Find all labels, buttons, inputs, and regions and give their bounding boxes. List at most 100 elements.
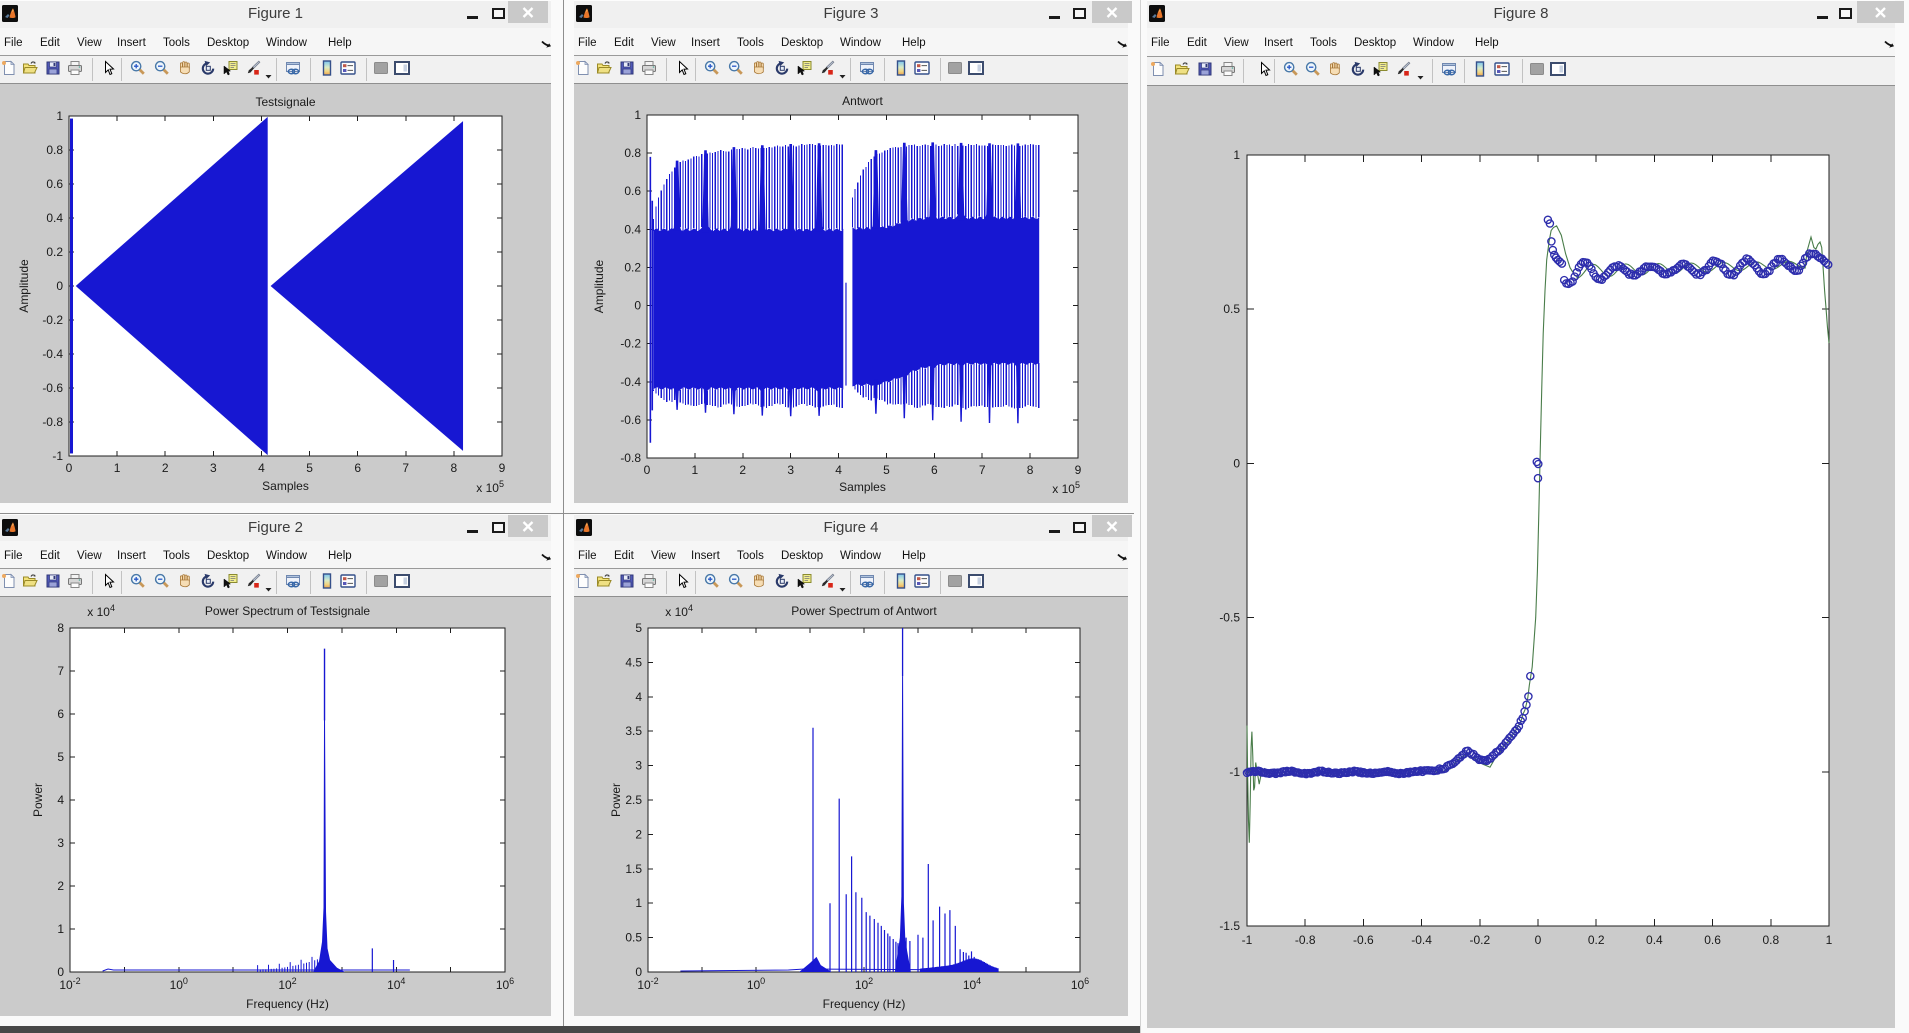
svg-text:2: 2 bbox=[57, 879, 64, 893]
svg-text:-0.8: -0.8 bbox=[42, 415, 63, 429]
svg-text:3: 3 bbox=[210, 461, 217, 475]
svg-text:3: 3 bbox=[57, 836, 64, 850]
svg-text:-1.5: -1.5 bbox=[1219, 919, 1240, 933]
svg-text:7: 7 bbox=[979, 463, 986, 477]
svg-text:1: 1 bbox=[57, 922, 64, 936]
svg-text:6: 6 bbox=[57, 707, 64, 721]
svg-text:104: 104 bbox=[387, 976, 405, 992]
svg-text:-1: -1 bbox=[52, 449, 63, 463]
svg-text:Samples: Samples bbox=[262, 479, 309, 493]
svg-text:8: 8 bbox=[57, 621, 64, 635]
svg-text:5: 5 bbox=[883, 463, 890, 477]
svg-text:0: 0 bbox=[635, 965, 642, 979]
svg-text:0.4: 0.4 bbox=[46, 211, 63, 225]
svg-text:0.5: 0.5 bbox=[625, 931, 642, 945]
svg-text:4: 4 bbox=[835, 463, 842, 477]
svg-text:104: 104 bbox=[963, 976, 981, 992]
svg-text:5: 5 bbox=[306, 461, 313, 475]
svg-text:3.5: 3.5 bbox=[625, 724, 642, 738]
svg-text:0.5: 0.5 bbox=[1223, 302, 1240, 316]
svg-text:Power Spectrum of Antwort: Power Spectrum of Antwort bbox=[791, 604, 937, 618]
svg-text:Power: Power bbox=[609, 783, 623, 817]
svg-text:7: 7 bbox=[402, 461, 409, 475]
svg-text:100: 100 bbox=[747, 976, 765, 992]
svg-text:1.5: 1.5 bbox=[625, 862, 642, 876]
svg-text:0.8: 0.8 bbox=[624, 146, 641, 160]
svg-text:0.6: 0.6 bbox=[46, 177, 63, 191]
svg-text:5: 5 bbox=[635, 621, 642, 635]
svg-text:106: 106 bbox=[496, 976, 514, 992]
svg-text:x 104: x 104 bbox=[665, 603, 693, 619]
svg-text:Power: Power bbox=[31, 783, 45, 817]
svg-text:1: 1 bbox=[1826, 933, 1833, 947]
svg-text:Frequency (Hz): Frequency (Hz) bbox=[246, 997, 329, 1011]
svg-text:9: 9 bbox=[1075, 463, 1082, 477]
svg-text:3: 3 bbox=[635, 759, 642, 773]
svg-text:-0.8: -0.8 bbox=[620, 451, 641, 465]
svg-text:-0.2: -0.2 bbox=[1469, 933, 1490, 947]
svg-text:6: 6 bbox=[931, 463, 938, 477]
svg-text:2: 2 bbox=[635, 827, 642, 841]
svg-text:0.8: 0.8 bbox=[46, 143, 63, 157]
svg-text:5: 5 bbox=[57, 750, 64, 764]
svg-text:8: 8 bbox=[451, 461, 458, 475]
svg-text:106: 106 bbox=[1071, 976, 1089, 992]
svg-text:102: 102 bbox=[278, 976, 296, 992]
svg-text:-1: -1 bbox=[1242, 933, 1253, 947]
svg-text:1: 1 bbox=[692, 463, 699, 477]
svg-text:x 105: x 105 bbox=[476, 479, 504, 495]
svg-text:0.2: 0.2 bbox=[46, 245, 63, 259]
svg-text:0: 0 bbox=[1535, 933, 1542, 947]
svg-text:100: 100 bbox=[170, 976, 188, 992]
svg-text:-0.4: -0.4 bbox=[42, 347, 63, 361]
svg-text:4: 4 bbox=[57, 793, 64, 807]
svg-text:x 104: x 104 bbox=[87, 603, 115, 619]
svg-text:102: 102 bbox=[855, 976, 873, 992]
svg-text:3: 3 bbox=[787, 463, 794, 477]
svg-text:0.4: 0.4 bbox=[1646, 933, 1663, 947]
svg-text:Amplitude: Amplitude bbox=[17, 259, 31, 313]
svg-text:0: 0 bbox=[57, 965, 64, 979]
svg-text:Samples: Samples bbox=[839, 480, 886, 494]
svg-text:-0.5: -0.5 bbox=[1219, 611, 1240, 625]
svg-text:-0.6: -0.6 bbox=[42, 381, 63, 395]
svg-text:Antwort: Antwort bbox=[842, 94, 883, 108]
svg-text:7: 7 bbox=[57, 664, 64, 678]
svg-text:-0.2: -0.2 bbox=[42, 313, 63, 327]
svg-text:-0.4: -0.4 bbox=[620, 375, 641, 389]
svg-text:0: 0 bbox=[1233, 456, 1240, 470]
svg-text:4.5: 4.5 bbox=[625, 655, 642, 669]
svg-text:0: 0 bbox=[644, 463, 651, 477]
svg-text:Testsignale: Testsignale bbox=[255, 95, 315, 109]
svg-text:0: 0 bbox=[634, 299, 641, 313]
svg-text:-0.2: -0.2 bbox=[620, 337, 641, 351]
svg-text:2: 2 bbox=[162, 461, 169, 475]
svg-text:-0.8: -0.8 bbox=[1295, 933, 1316, 947]
svg-text:0.2: 0.2 bbox=[1588, 933, 1605, 947]
svg-text:1: 1 bbox=[634, 108, 641, 122]
svg-text:0.4: 0.4 bbox=[624, 222, 641, 236]
svg-text:6: 6 bbox=[354, 461, 361, 475]
svg-text:Frequency (Hz): Frequency (Hz) bbox=[823, 997, 906, 1011]
svg-text:0.8: 0.8 bbox=[1762, 933, 1779, 947]
svg-text:0: 0 bbox=[66, 461, 73, 475]
svg-text:0: 0 bbox=[56, 279, 63, 293]
svg-text:-1: -1 bbox=[1229, 765, 1240, 779]
svg-text:1: 1 bbox=[56, 109, 63, 123]
svg-text:4: 4 bbox=[258, 461, 265, 475]
svg-text:-0.4: -0.4 bbox=[1411, 933, 1432, 947]
svg-text:Amplitude: Amplitude bbox=[592, 260, 606, 314]
svg-text:0.6: 0.6 bbox=[624, 184, 641, 198]
svg-text:0.6: 0.6 bbox=[1704, 933, 1721, 947]
svg-text:2.5: 2.5 bbox=[625, 793, 642, 807]
svg-text:1: 1 bbox=[1233, 148, 1240, 162]
svg-text:Power Spectrum of Testsignale: Power Spectrum of Testsignale bbox=[205, 604, 371, 618]
svg-text:8: 8 bbox=[1027, 463, 1034, 477]
svg-text:2: 2 bbox=[739, 463, 746, 477]
svg-text:0.2: 0.2 bbox=[624, 260, 641, 274]
svg-text:x 105: x 105 bbox=[1052, 480, 1080, 496]
svg-text:9: 9 bbox=[499, 461, 506, 475]
svg-text:-0.6: -0.6 bbox=[1353, 933, 1374, 947]
svg-text:1: 1 bbox=[114, 461, 121, 475]
svg-text:4: 4 bbox=[635, 690, 642, 704]
